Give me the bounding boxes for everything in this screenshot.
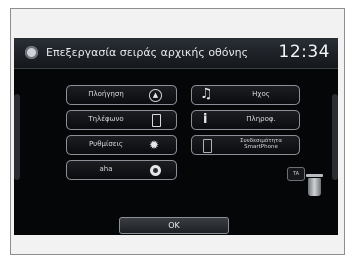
smartphone-label-line2: SmartPhone: [244, 144, 278, 150]
aha-icon: [150, 165, 161, 176]
header-bar: Επεξεργασία σειράς αρχικής οθόνης 12:34: [14, 38, 338, 69]
phone-label: Τηλέφωνο: [88, 115, 124, 123]
left-scroll-edge: [14, 94, 20, 180]
aha-button[interactable]: aha: [66, 160, 177, 180]
smartphone-connectivity-label: Συνδεσιμότητα SmartPhone: [226, 138, 296, 150]
info-button[interactable]: i Πληροφ.: [191, 110, 300, 130]
page-indicator: [158, 208, 203, 223]
ta-button[interactable]: TA: [287, 167, 305, 181]
gear-icon: [25, 46, 38, 59]
home-screen-edit-display: Επεξεργασία σειράς αρχικής οθόνης 12:34 …: [14, 38, 338, 235]
clock: 12:34: [278, 42, 330, 62]
music-note-icon: ♫: [200, 86, 213, 102]
navigation-icon: ▲: [149, 89, 162, 102]
info-label: Πληροφ.: [246, 115, 276, 123]
smartphone-icon: [203, 139, 212, 153]
trash-icon[interactable]: [306, 174, 323, 196]
audio-button[interactable]: ♫ Ηχος: [191, 85, 300, 105]
settings-button[interactable]: Ρυθμίσεις ✹: [66, 135, 177, 155]
settings-icon: ✹: [149, 138, 160, 152]
screen-title: Επεξεργασία σειράς αρχικής οθόνης: [46, 46, 249, 59]
aha-label: aha: [99, 165, 113, 173]
smartphone-connectivity-button[interactable]: Συνδεσιμότητα SmartPhone: [191, 135, 300, 155]
ok-button[interactable]: OK: [119, 217, 229, 234]
navigation-label: Πλοήγηση: [88, 90, 124, 98]
phone-button[interactable]: Τηλέφωνο: [66, 110, 177, 130]
phone-icon: [152, 114, 161, 127]
navigation-button[interactable]: Πλοήγηση ▲: [66, 85, 177, 105]
info-icon: i: [203, 112, 208, 127]
settings-label: Ρυθμίσεις: [88, 140, 124, 148]
right-scroll-edge: [332, 94, 338, 180]
audio-label: Ηχος: [252, 90, 270, 98]
